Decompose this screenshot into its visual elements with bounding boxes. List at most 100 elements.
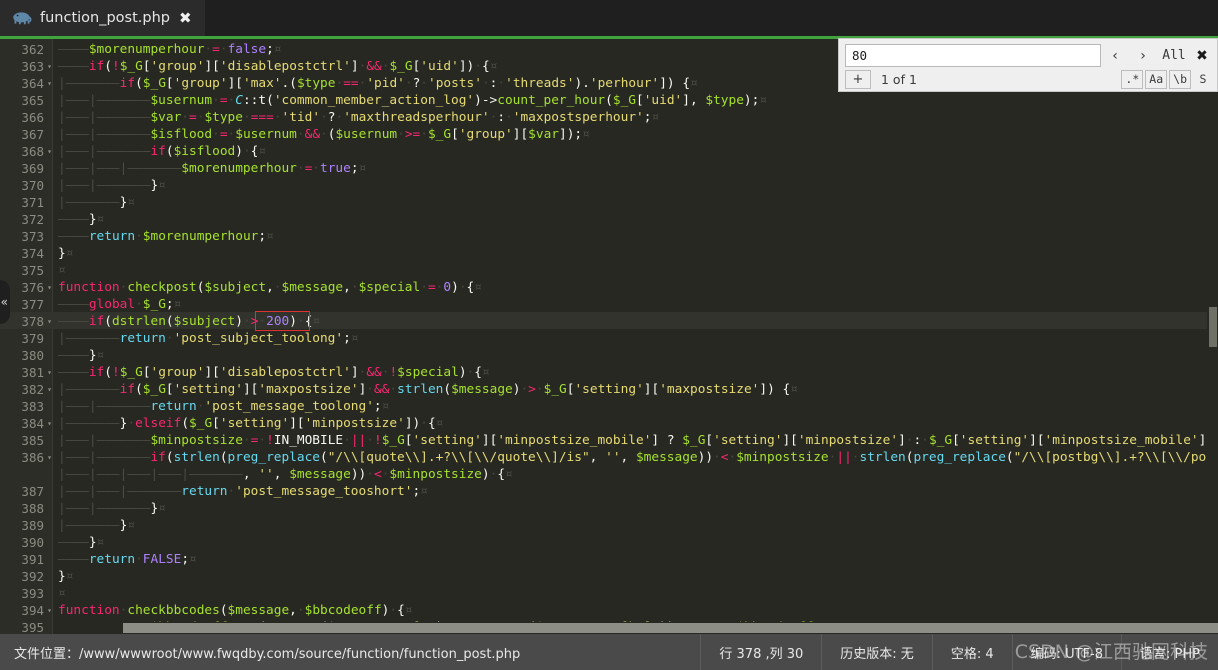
code-line[interactable]: ————}¤: [58, 347, 104, 364]
fold-toggle-icon[interactable]: ▾: [45, 364, 54, 381]
language-mode[interactable]: 语言: PHP: [1121, 634, 1218, 670]
code-line[interactable]: ————if(dstrlen($subject)·>·200)·{¤: [58, 313, 320, 330]
file-path-status: 文件位置：/www/wwwroot/www.fwqdby.com/source/…: [0, 643, 520, 662]
search-input[interactable]: [845, 44, 1101, 67]
code-line[interactable]: ————if(!$_G['group']['disablepostctrl']·…: [58, 58, 497, 75]
code-line[interactable]: ————global·$_G;¤: [58, 296, 181, 313]
line-number: 393: [21, 586, 44, 601]
close-icon[interactable]: ✖: [179, 10, 192, 26]
file-path-label: 文件位置：: [14, 646, 80, 662]
line-number: 367: [21, 127, 44, 142]
code-line[interactable]: |———|———|———————return·'post_message_too…: [58, 483, 428, 500]
tab-bar: function_post.php ✖: [0, 0, 1218, 36]
fold-toggle-icon[interactable]: ▾: [45, 75, 54, 92]
code-line[interactable]: |———|———|———|———|———————, '', $message))…: [58, 466, 513, 483]
line-number: 365: [21, 93, 44, 108]
horizontal-scrollbar[interactable]: [53, 622, 1218, 634]
status-bar: 文件位置：/www/wwwroot/www.fwqdby.com/source/…: [0, 634, 1218, 670]
sidebar-collapse-handle[interactable]: «: [0, 280, 10, 324]
vertical-scrollbar-thumb[interactable]: [1209, 307, 1217, 347]
find-previous-button[interactable]: ‹: [1101, 44, 1129, 67]
fold-toggle-icon[interactable]: ▾: [45, 381, 54, 398]
line-number: 363: [21, 59, 44, 74]
fold-toggle-icon[interactable]: ▾: [45, 279, 54, 296]
find-widget[interactable]: ‹ › All ✖ + 1 of 1 .* Aa \b S: [838, 38, 1218, 92]
line-number: 364: [21, 76, 44, 91]
line-number: 370: [21, 178, 44, 193]
code-line[interactable]: ————}¤: [58, 534, 104, 551]
line-number: 383: [21, 399, 44, 414]
find-expand-button[interactable]: +: [845, 69, 871, 89]
line-number: 384: [21, 416, 44, 431]
code-line[interactable]: |———|———————if(strlen(preg_replace("/\\[…: [58, 449, 1218, 466]
find-next-button[interactable]: ›: [1129, 44, 1157, 67]
fold-toggle-icon[interactable]: ▾: [45, 449, 54, 466]
line-number: 379: [21, 331, 44, 346]
line-number: 395: [21, 620, 44, 634]
line-number: 371: [21, 195, 44, 210]
line-number: 391: [21, 552, 44, 567]
fold-toggle-icon[interactable]: ▾: [45, 58, 54, 75]
tab-function-post-php[interactable]: function_post.php ✖: [0, 0, 205, 36]
code-line[interactable]: ¤: [58, 262, 66, 279]
status-cells: 行 378 ,列 30 历史版本: 无 空格: 4 编码: UTF-8 语言: …: [700, 634, 1218, 670]
code-line[interactable]: ————if(!$_G['group']['disablepostctrl']·…: [58, 364, 490, 381]
whole-word-toggle[interactable]: \b: [1169, 69, 1191, 89]
code-line[interactable]: function·checkbbcodes($message,·$bbcodeo…: [58, 602, 413, 619]
horizontal-scrollbar-thumb[interactable]: [123, 623, 1218, 633]
line-number: 387: [21, 484, 44, 499]
find-all-button[interactable]: All: [1157, 44, 1191, 67]
code-line[interactable]: ————return·FALSE;¤: [58, 551, 197, 568]
code-line[interactable]: |———|———————$var·=·$type·===·'tid'·?·'ma…: [58, 109, 659, 126]
code-line[interactable]: ————return·$morenumperhour;¤: [58, 228, 274, 245]
indent-spaces[interactable]: 空格: 4: [931, 634, 1012, 670]
fold-toggle-icon[interactable]: ▾: [45, 143, 54, 160]
code-line[interactable]: function·checkpost($subject,·$message,·$…: [58, 279, 482, 296]
encoding[interactable]: 编码: UTF-8: [1011, 634, 1121, 670]
find-match-count: 1 of 1: [881, 71, 917, 87]
line-number: 386: [21, 450, 44, 465]
history-version[interactable]: 历史版本: 无: [821, 634, 932, 670]
find-close-icon[interactable]: ✖: [1191, 44, 1213, 67]
line-number: 388: [21, 501, 44, 516]
code-line[interactable]: |———————return·'post_subject_toolong';¤: [58, 330, 359, 347]
code-line[interactable]: |———|———————$usernum·=·C::t('common_memb…: [58, 92, 767, 109]
code-line[interactable]: |———————}·elseif($_G['setting']['minpost…: [58, 415, 443, 432]
code-line[interactable]: }¤: [58, 245, 73, 262]
match-case-toggle[interactable]: Aa: [1145, 69, 1168, 89]
line-number: 390: [21, 535, 44, 550]
fold-toggle-icon[interactable]: ▾: [45, 415, 54, 432]
tab-title: function_post.php: [40, 10, 171, 26]
code-line[interactable]: |———|———|———————$morenumperhour·=·true;¤: [58, 160, 366, 177]
code-line[interactable]: |———|———————$isflood·=·$usernum·&&·($use…: [58, 126, 590, 143]
code-line[interactable]: ¤: [58, 585, 66, 602]
find-row-primary: ‹ › All ✖: [845, 44, 1213, 67]
code-line[interactable]: |———|———————if($isflood)·{¤: [58, 143, 266, 160]
code-line[interactable]: }¤: [58, 568, 73, 585]
line-number: 392: [21, 569, 44, 584]
fold-toggle-icon[interactable]: ▾: [45, 602, 54, 619]
line-number: 369: [21, 161, 44, 176]
code-line[interactable]: |———|———————$minpostsize·=·!IN_MOBILE·||…: [58, 432, 1214, 449]
code-line[interactable]: |———|———————}¤: [58, 500, 166, 517]
find-row-secondary: + 1 of 1 .* Aa \b S: [845, 69, 1213, 89]
code-line[interactable]: |———————if($_G['setting']['maxpostsize']…: [58, 381, 798, 398]
code-line[interactable]: ————$morenumperhour·=·false;¤: [58, 41, 282, 58]
line-number: 372: [21, 212, 44, 227]
find-option-toggles: .* Aa \b S: [1121, 69, 1213, 89]
code-line[interactable]: |———————}¤: [58, 194, 135, 211]
code-line[interactable]: ————}¤: [58, 211, 104, 228]
selection-toggle[interactable]: S: [1193, 70, 1213, 89]
regex-toggle[interactable]: .*: [1121, 69, 1144, 89]
line-number: 385: [21, 433, 44, 448]
line-number: 362: [21, 42, 44, 57]
code-line[interactable]: |———|———————return·'post_message_toolong…: [58, 398, 389, 415]
cursor-position[interactable]: 行 378 ,列 30: [700, 634, 821, 670]
code-editor[interactable]: 362 ————$morenumperhour·=·false;¤ 363 ▾ ————…: [0, 39, 1218, 634]
line-number: 382: [21, 382, 44, 397]
code-line[interactable]: |———————if($_G['group']['max'.($type·==·…: [58, 75, 698, 92]
fold-toggle-icon[interactable]: ▾: [45, 313, 54, 330]
vertical-scrollbar[interactable]: [1207, 39, 1218, 634]
code-line[interactable]: |———————}¤: [58, 517, 135, 534]
code-line[interactable]: |———|———————}¤: [58, 177, 166, 194]
